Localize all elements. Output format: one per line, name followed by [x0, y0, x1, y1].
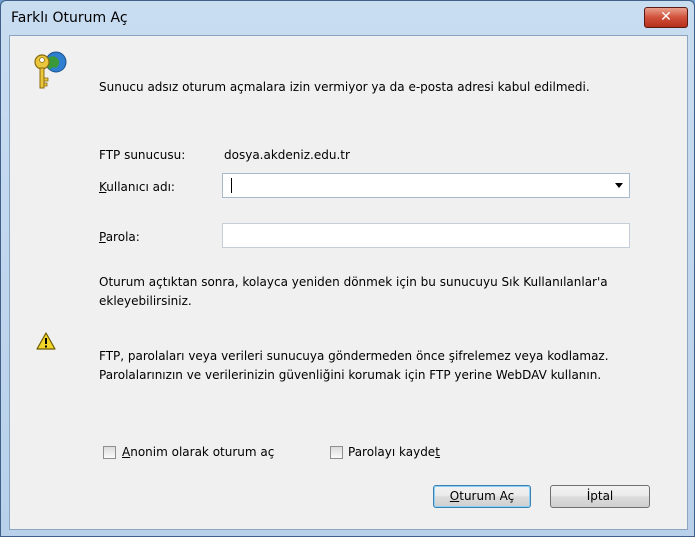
title-bar[interactable]: Farklı Oturum Aç ✕	[1, 1, 694, 35]
warning-icon	[36, 332, 56, 350]
chevron-down-icon[interactable]	[615, 183, 623, 188]
username-label-text: ullanıcı adı:	[106, 180, 175, 194]
password-label: Parola:	[99, 230, 140, 244]
save-password-checkbox-label[interactable]: Parolayı kaydet	[348, 445, 440, 459]
anonymous-mnemonic: A	[122, 445, 131, 459]
save-password-checkbox[interactable]	[330, 446, 343, 459]
security-warning-text: FTP, parolaları veya verileri sunucuya g…	[99, 349, 609, 382]
anonymous-label-text: nonim olarak oturum aç	[130, 445, 275, 459]
auth-message: Sunucu adsız oturum açmalara izin vermiy…	[99, 80, 590, 94]
keys-globe-icon	[28, 48, 72, 92]
login-button[interactable]: Oturum Aç	[433, 485, 531, 508]
close-icon: ✕	[660, 9, 672, 25]
username-combobox[interactable]	[222, 173, 630, 198]
anonymous-checkbox-label[interactable]: Anonim olarak oturum aç	[122, 445, 274, 459]
login-button-label: turum Aç	[459, 489, 515, 503]
dialog-window: Farklı Oturum Aç ✕ Sunucu adsız oturum a…	[0, 0, 695, 537]
ftp-server-value: dosya.akdeniz.edu.tr	[224, 148, 350, 162]
password-mnemonic: P	[99, 230, 106, 244]
window-title: Farklı Oturum Aç	[11, 10, 128, 26]
favorites-info-text: Oturum açtıktan sonra, kolayca yeniden d…	[99, 275, 608, 308]
ftp-server-label: FTP sunucusu:	[99, 148, 186, 162]
cancel-button[interactable]: İptal	[550, 485, 650, 508]
dialog-body: Sunucu adsız oturum açmalara izin vermiy…	[9, 35, 688, 530]
text-caret	[231, 178, 232, 193]
anonymous-checkbox[interactable]	[103, 446, 116, 459]
password-label-text: arola:	[105, 230, 140, 244]
login-mnemonic: O	[449, 489, 460, 503]
username-label: Kullanıcı adı:	[99, 180, 175, 194]
save-password-mnemonic: t	[435, 445, 440, 459]
close-button[interactable]: ✕	[644, 7, 688, 28]
cancel-button-label: İptal	[586, 489, 614, 503]
password-field[interactable]	[222, 223, 630, 248]
save-password-label-text: Parolayı kayde	[348, 445, 436, 459]
